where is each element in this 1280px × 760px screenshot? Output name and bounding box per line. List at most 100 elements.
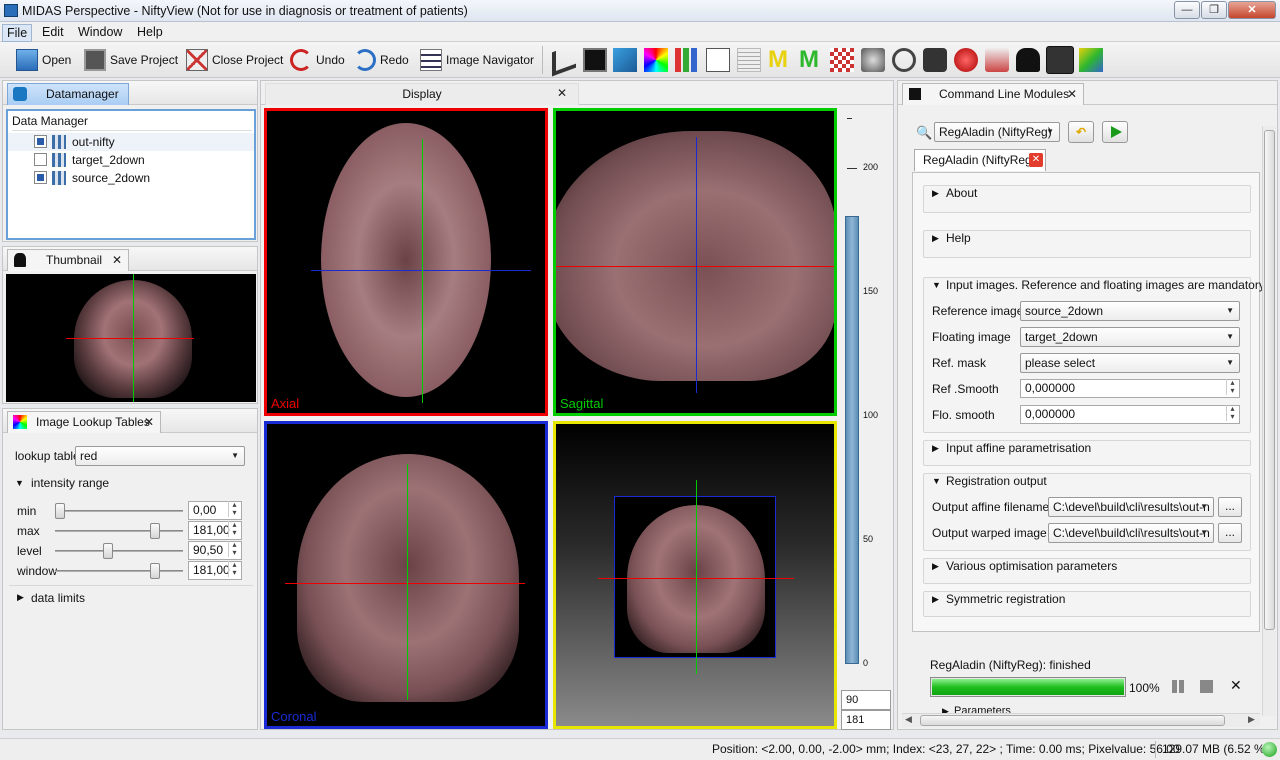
tab-datamanager[interactable]: Datamanager xyxy=(7,83,129,105)
collapsed-triangle-icon[interactable]: ▶ xyxy=(932,443,939,454)
plot-icon[interactable] xyxy=(706,48,730,72)
tab-display[interactable]: Display xyxy=(265,83,579,105)
input-images-section[interactable]: Input images. Reference and floating ima… xyxy=(946,278,1265,292)
output-warped-field[interactable]: C:\devel\build\cli\results\out-n xyxy=(1048,523,1214,543)
ref-mask-select[interactable]: please select xyxy=(1020,353,1240,373)
about-section[interactable]: About xyxy=(946,186,977,200)
redo-button[interactable]: Redo xyxy=(354,46,409,74)
reference-image-select[interactable]: source_2down xyxy=(1020,301,1240,321)
close-window-button[interactable]: ✕ xyxy=(1228,1,1276,19)
visibility-checkbox[interactable] xyxy=(34,135,47,148)
list-item[interactable]: out-nifty xyxy=(8,133,254,151)
ref-smooth-spinbox[interactable]: 0,000000 xyxy=(1020,379,1240,398)
floating-image-select[interactable]: target_2down xyxy=(1020,327,1240,347)
collapsed-triangle-icon[interactable]: ▶ xyxy=(932,561,939,572)
slider-handle[interactable] xyxy=(150,563,160,579)
histogram-icon[interactable] xyxy=(675,48,699,72)
thumbnail-view[interactable] xyxy=(6,274,256,402)
scrollbar-thumb[interactable] xyxy=(1264,130,1275,630)
workflow-icon[interactable] xyxy=(1079,48,1103,72)
render-window-icon[interactable] xyxy=(583,48,607,72)
magnifier-icon[interactable] xyxy=(892,48,916,72)
max-spinbox[interactable]: 181,00 xyxy=(188,521,242,540)
3d-view[interactable] xyxy=(553,421,837,729)
brain-icon[interactable] xyxy=(861,48,885,72)
image-navigator-button[interactable]: Image Navigator xyxy=(420,46,534,74)
menu-edit[interactable]: Edit xyxy=(38,24,68,40)
level-spinbox[interactable]: 90,50 xyxy=(188,541,242,560)
list-item[interactable]: source_2down xyxy=(8,169,254,187)
slice-max-field[interactable]: 181 xyxy=(841,710,891,730)
affine-param-section[interactable]: Input affine parametrisation xyxy=(946,441,1091,455)
run-button[interactable] xyxy=(1102,121,1128,143)
midas-green-icon[interactable]: M xyxy=(799,48,823,72)
undo-button[interactable]: Undo xyxy=(290,46,345,74)
close-project-button[interactable]: Close Project xyxy=(186,46,283,74)
stop-icon[interactable] xyxy=(1200,680,1213,693)
thumb-icon[interactable] xyxy=(1016,48,1040,72)
reset-button[interactable]: ↶ xyxy=(1068,121,1094,143)
visibility-checkbox[interactable] xyxy=(34,171,47,184)
data-limits-section[interactable]: data limits xyxy=(31,591,85,605)
expand-triangle-icon[interactable]: ▼ xyxy=(932,280,941,290)
close-tab-icon[interactable]: ✕ xyxy=(144,412,154,432)
window-spinbox[interactable]: 181,00 xyxy=(188,561,242,580)
close-tab-icon[interactable]: ✕ xyxy=(1029,153,1043,167)
scroll-right-icon[interactable]: ▶ xyxy=(1248,714,1255,725)
save-project-button[interactable]: Save Project xyxy=(84,46,178,74)
slider-handle[interactable] xyxy=(55,503,65,519)
arrow-tool-icon[interactable] xyxy=(552,43,576,77)
scroll-left-icon[interactable]: ◀ xyxy=(905,714,912,725)
menu-file[interactable]: File xyxy=(2,24,33,42)
grid-icon[interactable] xyxy=(830,48,854,72)
lookup-table-select[interactable]: red xyxy=(75,446,245,466)
colour-lookup-icon[interactable] xyxy=(644,48,668,72)
close-icon[interactable]: ✕ xyxy=(1230,677,1242,694)
expand-triangle-icon[interactable]: ▼ xyxy=(932,476,941,486)
segmentation-icon[interactable] xyxy=(613,48,637,72)
min-spinbox[interactable]: 0,00 xyxy=(188,501,242,520)
module-select[interactable]: RegAladin (NiftyReg) xyxy=(934,122,1060,142)
browse-affine-button[interactable]: ... xyxy=(1218,497,1242,517)
sagittal-view[interactable]: Sagittal xyxy=(553,108,837,416)
minimize-button[interactable]: — xyxy=(1174,1,1200,19)
scrollbar-thumb[interactable] xyxy=(920,715,1225,726)
flo-smooth-spinbox[interactable]: 0,000000 xyxy=(1020,405,1240,424)
axial-view[interactable]: Axial xyxy=(264,108,548,416)
collapsed-triangle-icon[interactable]: ▶ xyxy=(932,594,939,605)
slice-slider[interactable] xyxy=(845,216,859,664)
tab-image-lookup-tables[interactable]: Image Lookup Tables ✕ xyxy=(7,411,161,433)
open-button[interactable]: Open xyxy=(16,46,71,74)
camera-icon[interactable] xyxy=(923,48,947,72)
slider-handle[interactable] xyxy=(103,543,113,559)
window-slider[interactable] xyxy=(55,563,183,579)
expand-triangle-icon[interactable]: ▼ xyxy=(15,478,24,488)
collapsed-triangle-icon[interactable]: ▶ xyxy=(932,188,939,199)
help-section[interactable]: Help xyxy=(946,231,971,245)
maximize-button[interactable]: ❐ xyxy=(1201,1,1227,19)
slider-handle[interactable] xyxy=(150,523,160,539)
collapsed-triangle-icon[interactable]: ▶ xyxy=(17,592,24,603)
eye-icon[interactable] xyxy=(1046,46,1074,74)
horizontal-scrollbar[interactable]: ◀ ▶ xyxy=(902,713,1260,727)
intensity-range-section[interactable]: intensity range xyxy=(31,476,109,490)
slice-index-field[interactable]: 90 xyxy=(841,690,891,710)
tab-regaladin[interactable]: RegAladin (NiftyReg) ✕ xyxy=(914,149,1046,171)
output-affine-field[interactable]: C:\devel\build\cli\results\out-n xyxy=(1048,497,1214,517)
list-item[interactable]: target_2down xyxy=(8,151,254,169)
registration-output-section[interactable]: Registration output xyxy=(946,474,1047,488)
optimisation-section[interactable]: Various optimisation parameters xyxy=(946,559,1117,573)
midas-yellow-icon[interactable]: M xyxy=(768,48,792,72)
close-tab-icon[interactable]: ✕ xyxy=(557,86,567,100)
collapsed-triangle-icon[interactable]: ▶ xyxy=(932,233,939,244)
tab-command-line-modules[interactable]: Command Line Modules ✕ xyxy=(902,83,1084,105)
max-slider[interactable] xyxy=(55,523,183,539)
visibility-checkbox[interactable] xyxy=(34,153,47,166)
parameters-section[interactable]: Parameters xyxy=(954,705,1011,713)
symmetric-section[interactable]: Symmetric registration xyxy=(946,592,1065,606)
browse-warped-button[interactable]: ... xyxy=(1218,523,1242,543)
min-slider[interactable] xyxy=(55,503,183,519)
level-slider[interactable] xyxy=(55,543,183,559)
close-tab-icon[interactable]: ✕ xyxy=(112,250,122,270)
eraser-icon[interactable] xyxy=(985,48,1009,72)
